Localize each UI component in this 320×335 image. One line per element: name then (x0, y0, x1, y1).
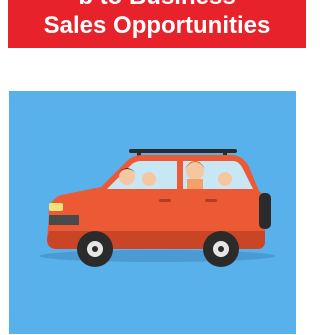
hero-illustration (9, 91, 296, 334)
banner-title-line2: Sales Opportunities (43, 12, 271, 39)
banner-title-line1: b to Business (8, 0, 306, 11)
car-body (47, 155, 271, 249)
header-banner: b to Business Sales Opportunities (8, 0, 306, 48)
rear-wheel (203, 231, 239, 267)
car-with-family-icon (39, 149, 275, 267)
front-wheel (77, 231, 113, 267)
ground-shadow (39, 250, 275, 262)
